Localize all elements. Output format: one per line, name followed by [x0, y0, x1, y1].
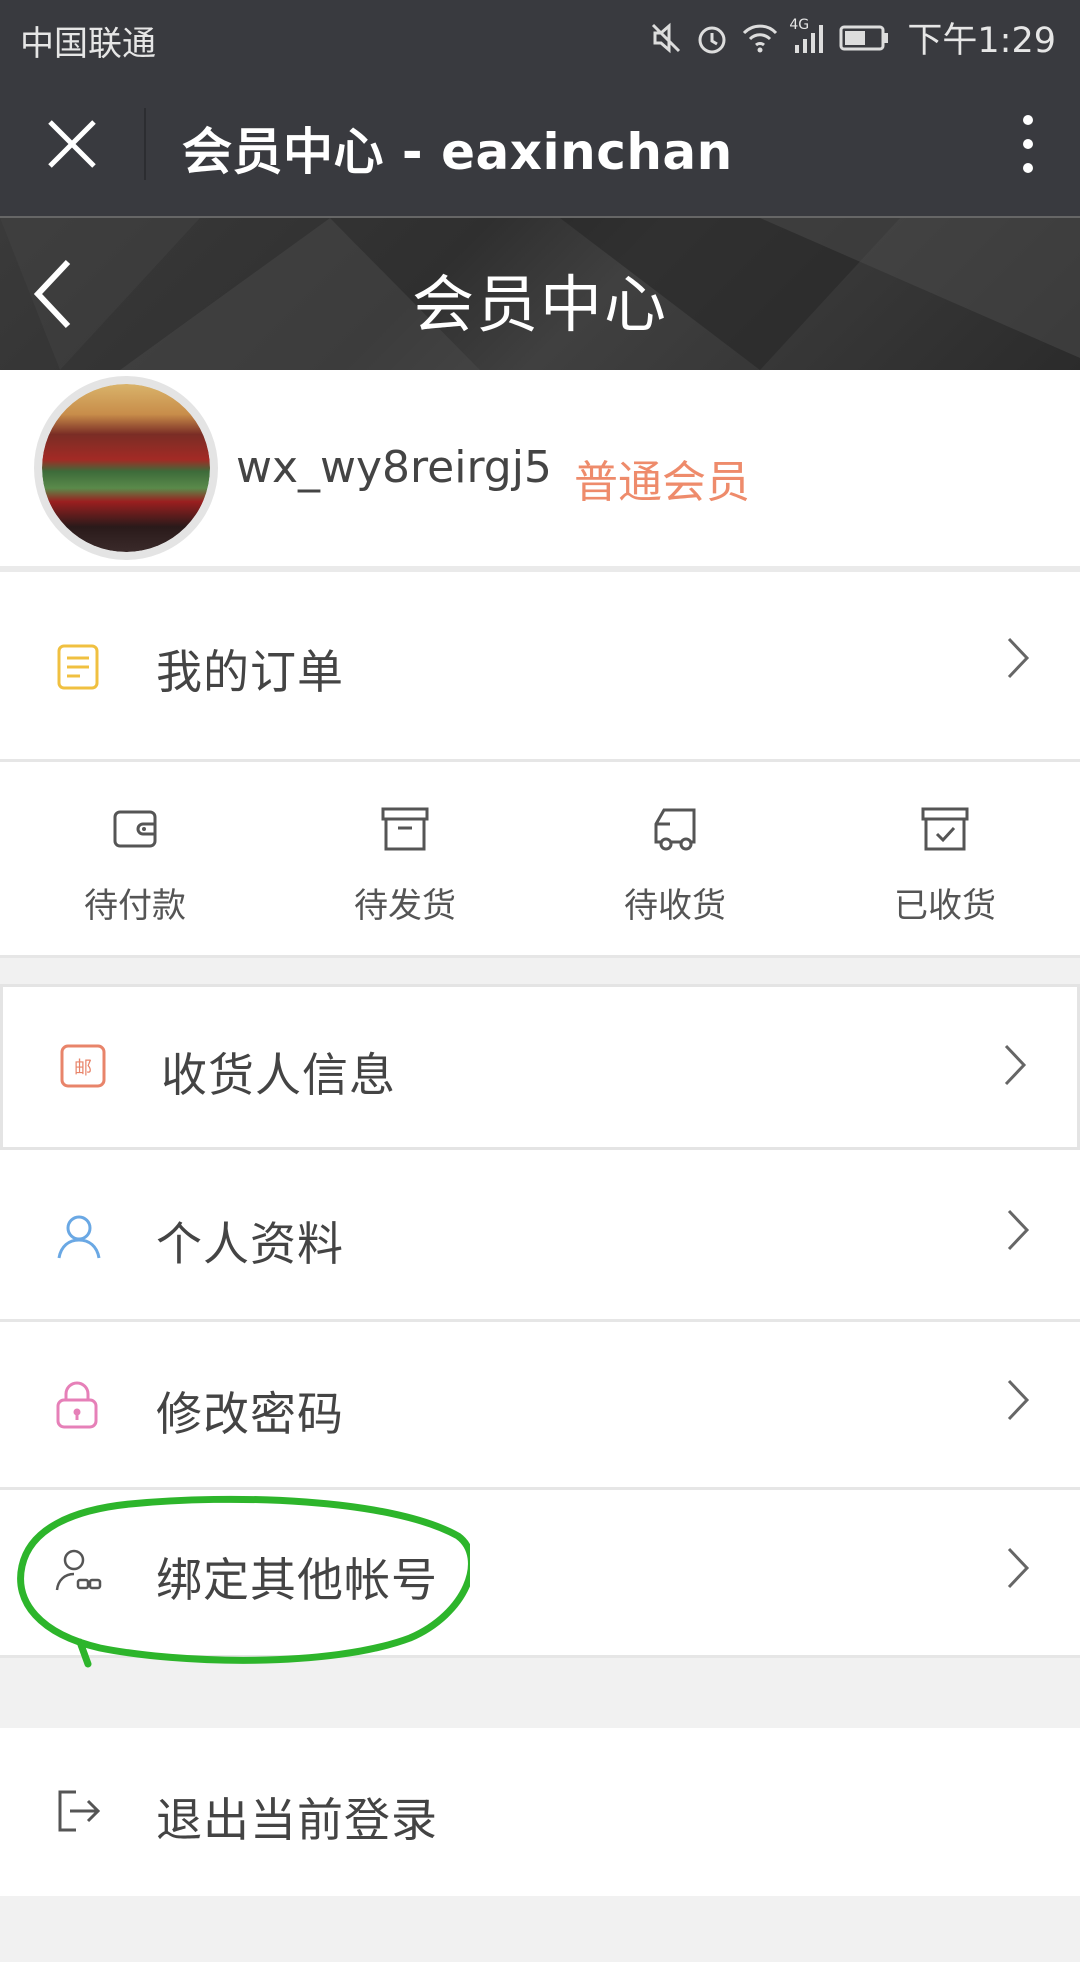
- chevron-right-icon: [1006, 1378, 1030, 1422]
- browser-title-bar: 会员中心 - eaxinchan: [0, 72, 1080, 216]
- lock-icon: [54, 1380, 104, 1430]
- svg-text:邮: 邮: [74, 1058, 92, 1079]
- status-pending-shipment[interactable]: 待发货: [270, 762, 540, 955]
- user-icon: [54, 1212, 104, 1262]
- profile-card: wx_wy8reirgj5 普通会员: [0, 370, 1080, 572]
- chevron-right-icon: [1006, 1546, 1030, 1590]
- logout-label: 退出当前登录: [156, 1793, 438, 1847]
- signal-icon: 4G: [789, 17, 827, 55]
- avatar[interactable]: [34, 376, 218, 560]
- user-link-icon: [54, 1548, 104, 1598]
- bind-account-label: 绑定其他帐号: [156, 1553, 438, 1607]
- status-pending-receipt[interactable]: 待收货: [540, 762, 810, 955]
- status-label: 已收货: [894, 886, 996, 926]
- more-menu-icon[interactable]: [1016, 112, 1040, 176]
- page-title: 会员中心: [411, 268, 668, 341]
- wifi-icon: [741, 21, 779, 55]
- logout-row[interactable]: 退出当前登录: [0, 1728, 1080, 1896]
- consignee-info-row[interactable]: 邮 收货人信息: [0, 984, 1080, 1150]
- status-pending-payment[interactable]: 待付款: [0, 762, 270, 955]
- member-level: 普通会员: [574, 457, 750, 508]
- mute-icon: [649, 21, 683, 55]
- box-icon: [381, 807, 429, 851]
- close-icon[interactable]: [44, 116, 100, 172]
- change-password-row[interactable]: 修改密码: [0, 1322, 1080, 1490]
- consignee-info-label: 收货人信息: [161, 1048, 396, 1102]
- personal-info-label: 个人资料: [156, 1217, 344, 1271]
- status-label: 待收货: [624, 886, 726, 926]
- my-orders-label: 我的订单: [156, 645, 344, 699]
- status-bar: 中国联通 4G 下午1:29: [0, 0, 1080, 72]
- username: wx_wy8reirgj5: [236, 442, 552, 493]
- alarm-icon: [695, 21, 729, 55]
- status-received[interactable]: 已收货: [810, 762, 1080, 955]
- status-label: 待付款: [84, 886, 186, 926]
- order-status-bar: 待付款 待发货 待收货 已收货: [0, 762, 1080, 958]
- chevron-right-icon: [1006, 636, 1030, 680]
- wallet-icon: [113, 810, 157, 848]
- chevron-right-icon: [1003, 1043, 1027, 1087]
- status-label: 待发货: [354, 886, 456, 926]
- chevron-right-icon: [1006, 1208, 1030, 1252]
- section-gap: [0, 1658, 1080, 1728]
- my-orders-row[interactable]: 我的订单: [0, 572, 1080, 762]
- network-type: 4G: [789, 16, 810, 33]
- received-box-icon: [921, 807, 969, 851]
- bind-account-row[interactable]: 绑定其他帐号: [0, 1490, 1080, 1658]
- change-password-label: 修改密码: [156, 1387, 344, 1441]
- postal-icon: 邮: [59, 1043, 109, 1093]
- browser-title: 会员中心 - eaxinchan: [182, 123, 733, 181]
- personal-info-row[interactable]: 个人资料: [0, 1150, 1080, 1322]
- truck-icon: [654, 808, 696, 851]
- battery-icon: [839, 23, 889, 53]
- carrier-name: 中国联通: [20, 24, 156, 64]
- page-header: 会员中心: [0, 216, 1080, 370]
- clock: 下午1:29: [907, 21, 1056, 61]
- logout-icon: [54, 1788, 104, 1838]
- order-list-icon: [54, 642, 104, 692]
- title-divider: [144, 108, 146, 180]
